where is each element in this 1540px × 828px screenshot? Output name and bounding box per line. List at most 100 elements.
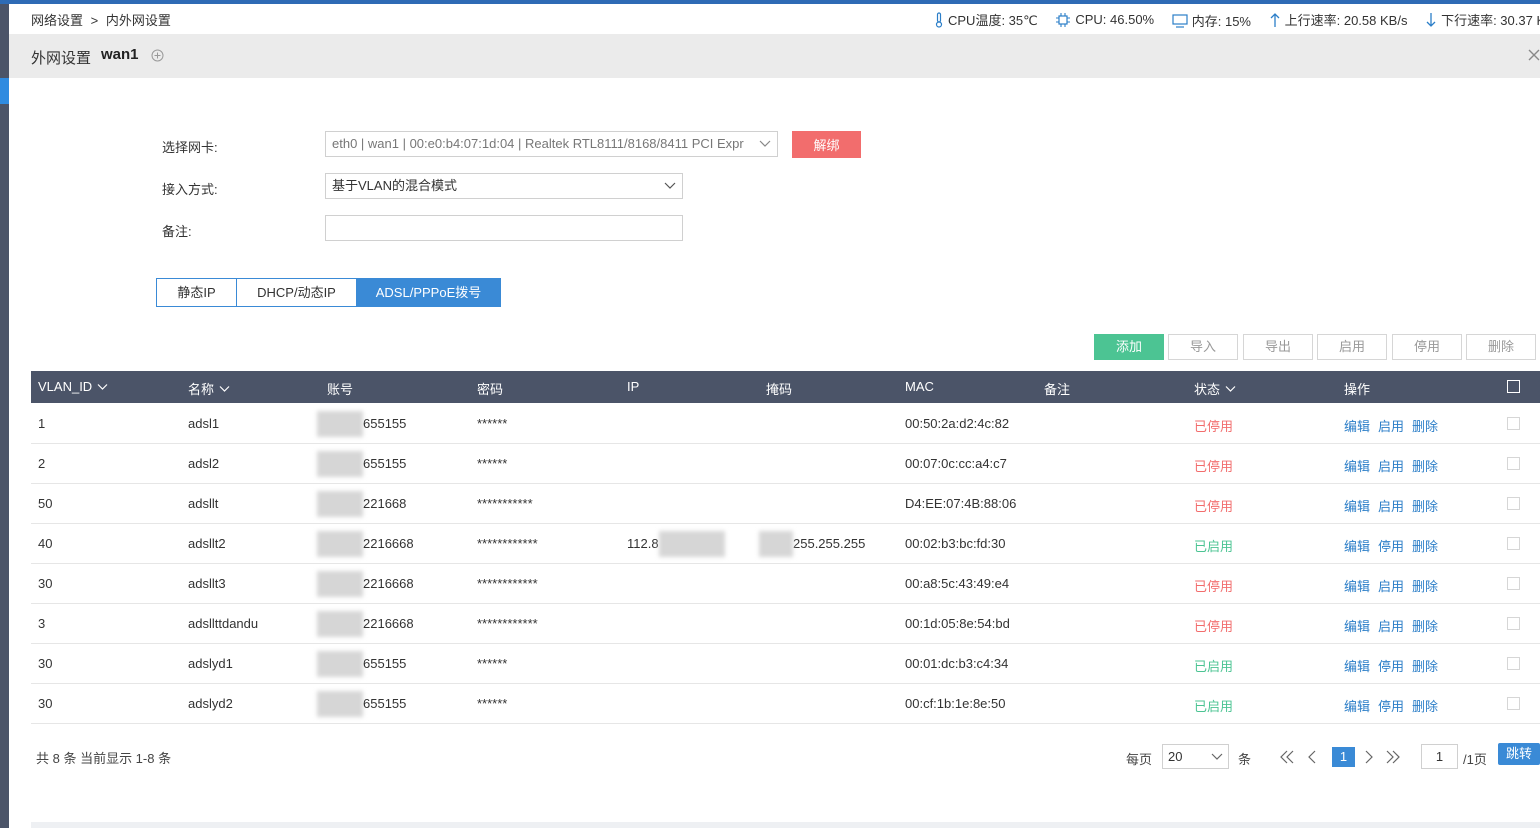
chevron-down-icon	[97, 383, 108, 390]
row-checkbox[interactable]	[1507, 537, 1520, 550]
close-icon[interactable]	[1527, 48, 1540, 62]
toggle-link[interactable]: 启用	[1378, 579, 1404, 594]
cell-password: ******	[477, 416, 508, 431]
cell-mac: 00:50:2a:d2:4c:82	[905, 416, 1010, 431]
table-row: 30 adslyd1 655155 ****** 00:01:dc:b3:c4:34 已启…	[31, 644, 1540, 684]
tab-dhcp[interactable]: DHCP/动态IP	[237, 278, 357, 307]
breadcrumb: 网络设置 > 内外网设置	[31, 10, 171, 29]
arrow-down-icon	[1426, 12, 1436, 27]
cell-vlan-id: 40	[38, 536, 53, 551]
toggle-link[interactable]: 启用	[1378, 459, 1404, 474]
delete-button[interactable]: 删除	[1466, 334, 1536, 360]
delete-link[interactable]: 删除	[1412, 499, 1438, 514]
header-password: 密码	[477, 382, 504, 397]
delete-link[interactable]: 删除	[1412, 659, 1438, 674]
cell-account: 655155	[363, 456, 407, 471]
memory-stat: 内存: 15%	[1172, 11, 1251, 30]
tab-pppoe[interactable]: ADSL/PPPoE拨号	[357, 278, 501, 307]
row-checkbox[interactable]	[1507, 457, 1520, 470]
header-name[interactable]: 名称	[188, 379, 230, 398]
last-page-icon[interactable]	[1385, 750, 1401, 764]
toggle-link[interactable]: 停用	[1378, 539, 1404, 554]
cell-vlan-id: 30	[38, 576, 53, 591]
edit-link[interactable]: 编辑	[1344, 579, 1370, 594]
prev-page-icon[interactable]	[1307, 750, 1317, 764]
delete-link[interactable]: 删除	[1412, 539, 1438, 554]
access-mode-value: 基于VLAN的混合模式	[332, 178, 457, 193]
row-checkbox[interactable]	[1507, 497, 1520, 510]
chevron-down-icon	[1211, 753, 1223, 760]
cell-ip: 112.8	[627, 536, 659, 551]
edit-link[interactable]: 编辑	[1344, 699, 1370, 714]
edit-link[interactable]: 编辑	[1344, 619, 1370, 634]
cell-status: 已启用	[1194, 699, 1234, 714]
delete-link[interactable]: 删除	[1412, 619, 1438, 634]
breadcrumb-network-settings[interactable]: 网络设置	[31, 10, 83, 29]
cell-mask: 255.255.255	[793, 536, 866, 551]
cell-password: ******	[477, 456, 508, 471]
header-vlan-id[interactable]: VLAN_ID	[38, 379, 108, 394]
cell-password: ************	[477, 576, 538, 591]
add-circle-icon[interactable]	[151, 49, 164, 62]
enable-button[interactable]: 启用	[1317, 334, 1387, 360]
header-status[interactable]: 状态	[1194, 379, 1236, 398]
edit-link[interactable]: 编辑	[1344, 659, 1370, 674]
toggle-link[interactable]: 启用	[1378, 619, 1404, 634]
first-page-icon[interactable]	[1279, 750, 1295, 764]
cell-vlan-id: 3	[38, 616, 46, 631]
panel-wan-name: wan1	[101, 46, 139, 63]
cell-mac: 00:01:dc:b3:c4:34	[905, 656, 1009, 671]
header-status-label: 状态	[1194, 382, 1221, 397]
cell-name: adslyd2	[188, 696, 233, 711]
row-checkbox[interactable]	[1507, 617, 1520, 630]
delete-link[interactable]: 删除	[1412, 579, 1438, 594]
pagination-summary: 共 8 条 当前显示 1-8 条	[36, 751, 172, 766]
jump-button[interactable]: 跳转	[1498, 743, 1540, 765]
table-row: 3 adsllttdandu 2216668 ************ 00:1d:05…	[31, 604, 1540, 644]
edit-link[interactable]: 编辑	[1344, 539, 1370, 554]
toggle-link[interactable]: 启用	[1378, 499, 1404, 514]
toggle-link[interactable]: 启用	[1378, 419, 1404, 434]
cell-vlan-id: 30	[38, 656, 53, 671]
thermometer-icon	[935, 11, 943, 28]
access-mode-select[interactable]: 基于VLAN的混合模式	[325, 173, 683, 199]
disable-button[interactable]: 停用	[1392, 334, 1462, 360]
toggle-link[interactable]: 停用	[1378, 659, 1404, 674]
cell-account: 2216668	[363, 576, 414, 591]
edit-link[interactable]: 编辑	[1344, 459, 1370, 474]
row-checkbox[interactable]	[1507, 577, 1520, 590]
cell-actions: 编辑 停用 删除	[1344, 536, 1446, 555]
select-all-checkbox[interactable]	[1507, 380, 1520, 393]
add-button[interactable]: 添加	[1094, 334, 1164, 360]
breadcrumb-separator: >	[90, 13, 99, 28]
redaction-blur	[317, 651, 363, 677]
nic-select[interactable]: eth0 | wan1 | 00:e0:b4:07:1d:04 | Realte…	[325, 131, 778, 157]
cell-name: adsllt3	[188, 576, 226, 591]
note-input[interactable]	[325, 215, 683, 241]
edit-link[interactable]: 编辑	[1344, 419, 1370, 434]
table-row: 1 adsl1 655155 ****** 00:50:2a:d2:4c:82 已停用 编辑…	[31, 404, 1540, 444]
unbind-button[interactable]: 解绑	[792, 131, 861, 158]
next-page-icon[interactable]	[1364, 750, 1374, 764]
delete-link[interactable]: 删除	[1412, 459, 1438, 474]
delete-link[interactable]: 删除	[1412, 699, 1438, 714]
page-number-input[interactable]: 1	[1421, 744, 1458, 769]
per-page-unit: 条	[1238, 752, 1252, 767]
row-checkbox[interactable]	[1507, 657, 1520, 670]
current-page-button[interactable]: 1	[1332, 747, 1355, 767]
import-button[interactable]: 导入	[1168, 334, 1238, 360]
edit-link[interactable]: 编辑	[1344, 499, 1370, 514]
export-button[interactable]: 导出	[1243, 334, 1313, 360]
cell-mac: 00:02:b3:bc:fd:30	[905, 536, 1006, 551]
row-checkbox[interactable]	[1507, 417, 1520, 430]
row-checkbox[interactable]	[1507, 697, 1520, 710]
cell-actions: 编辑 启用 删除	[1344, 456, 1446, 475]
header-ops: 操作	[1344, 382, 1371, 397]
toggle-link[interactable]: 停用	[1378, 699, 1404, 714]
header-ip: IP	[627, 379, 640, 394]
delete-link[interactable]: 删除	[1412, 419, 1438, 434]
per-page-select[interactable]: 20	[1162, 744, 1229, 769]
tab-static-ip[interactable]: 静态IP	[156, 278, 237, 307]
cell-status: 已停用	[1194, 499, 1234, 514]
total-pages: /1页	[1463, 752, 1487, 767]
